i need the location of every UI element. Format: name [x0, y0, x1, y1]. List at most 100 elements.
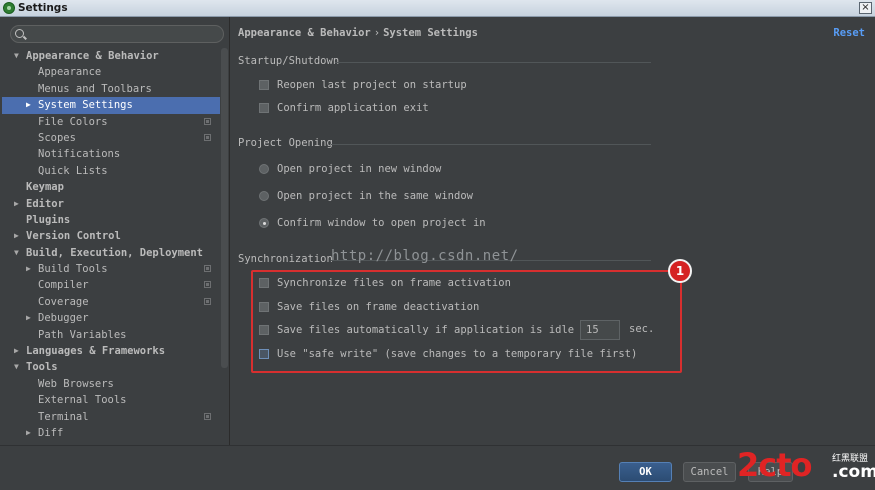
sidebar-item[interactable]: Terminal	[2, 409, 220, 425]
logo-main-text: 2cto	[737, 446, 813, 484]
cancel-button[interactable]: Cancel	[683, 462, 736, 482]
sidebar-item[interactable]: Quick Lists	[2, 163, 220, 179]
sidebar-item-label: Editor	[26, 197, 64, 210]
ok-button[interactable]: OK	[619, 462, 672, 482]
collapsed-arrow-icon[interactable]: ▶	[14, 228, 24, 244]
radio-dot	[259, 218, 269, 228]
project-settings-icon	[204, 133, 211, 141]
checkbox-box	[259, 80, 269, 90]
collapsed-arrow-icon[interactable]: ▶	[14, 343, 24, 359]
sidebar-scrollbar[interactable]	[221, 48, 228, 368]
section-divider	[331, 144, 651, 145]
sidebar-item-label: Build, Execution, Deployment	[26, 246, 204, 259]
collapsed-arrow-icon[interactable]: ▶	[26, 425, 36, 441]
sidebar-item[interactable]: External Tools	[2, 392, 220, 408]
sidebar-item[interactable]: Plugins	[2, 212, 220, 228]
collapsed-arrow-icon[interactable]: ▶	[26, 310, 36, 326]
sidebar-item-label: Appearance	[38, 66, 102, 79]
breadcrumb-parent: Appearance & Behavior	[238, 27, 371, 39]
radio-label: Open project in the same window	[277, 190, 473, 202]
sidebar-item[interactable]: ▶ Editor	[2, 196, 220, 212]
expanded-arrow-icon[interactable]: ▼	[14, 48, 24, 64]
expanded-arrow-icon[interactable]: ▼	[14, 245, 24, 261]
sidebar-item-label: Quick Lists	[38, 164, 108, 177]
sidebar-item-label: Coverage	[38, 295, 89, 308]
sidebar-item[interactable]: Notifications	[2, 146, 220, 162]
collapsed-arrow-icon[interactable]: ▶	[14, 196, 24, 212]
sidebar-item-label: Notifications	[38, 148, 121, 161]
radio-label: Open project in new window	[277, 163, 442, 175]
sidebar-item-label: System Settings	[38, 99, 133, 112]
sidebar-item[interactable]: ▶ Build Tools	[2, 261, 220, 277]
expanded-arrow-icon[interactable]: ▼	[14, 359, 24, 375]
sidebar-item-label: Languages & Frameworks	[26, 345, 166, 358]
sidebar-item[interactable]: Keymap	[2, 179, 220, 195]
settings-sidebar: ▼ Appearance & Behavior Appearance Menus an…	[2, 17, 230, 445]
app-icon	[3, 2, 15, 14]
sidebar-item-label: Tools	[26, 361, 58, 374]
sidebar-item[interactable]: Path Variables	[2, 327, 220, 343]
radio-dot	[259, 164, 269, 174]
collapsed-arrow-icon[interactable]: ▶	[26, 97, 36, 113]
startup-section-title: Startup/Shutdown	[238, 55, 340, 67]
sidebar-item-label: Terminal	[38, 410, 89, 423]
title-bar: Settings ×	[0, 0, 875, 17]
sidebar-item[interactable]: ▶ Debugger	[2, 310, 220, 326]
section-divider	[335, 62, 651, 63]
sidebar-item[interactable]: Scopes	[2, 130, 220, 146]
sidebar-item-label: Keymap	[26, 181, 64, 194]
sidebar-item-label: Version Control	[26, 230, 121, 243]
logo-text: 2cto	[737, 445, 813, 485]
sidebar-item-label: Scopes	[38, 131, 76, 144]
window-title: Settings	[18, 2, 68, 14]
close-button[interactable]: ×	[859, 2, 872, 14]
sync-section-title: Synchronization	[238, 253, 333, 265]
sidebar-item-label: External Tools	[38, 394, 127, 407]
sidebar-item-label: File Colors	[38, 115, 108, 128]
watermark-text: http://blog.csdn.net/	[331, 248, 519, 264]
sidebar-item[interactable]: ▶ Languages & Frameworks	[2, 343, 220, 359]
checkbox-label: Confirm application exit	[277, 102, 429, 114]
sidebar-item[interactable]: ▼ Appearance & Behavior	[2, 48, 220, 64]
breadcrumb: Appearance & Behavior › System Settings	[238, 27, 478, 39]
search-icon	[15, 29, 24, 38]
project-settings-icon	[204, 412, 211, 420]
settings-tree: ▼ Appearance & Behavior Appearance Menus an…	[2, 48, 220, 441]
sidebar-item-label: Menus and Toolbars	[38, 82, 152, 95]
sidebar-item-label: Build Tools	[38, 263, 108, 276]
watermark-logo: 2cto 红黑联盟 .com	[737, 445, 875, 489]
sidebar-item-label: Web Browsers	[38, 377, 114, 390]
sidebar-item[interactable]: ▼ Build, Execution, Deployment	[2, 245, 220, 261]
sidebar-item[interactable]: ▶ System Settings	[2, 97, 220, 114]
search-input[interactable]	[10, 25, 224, 43]
sidebar-item[interactable]: Coverage	[2, 294, 220, 310]
project-settings-icon	[204, 117, 211, 125]
sidebar-item[interactable]: Web Browsers	[2, 376, 220, 392]
project-settings-icon	[204, 281, 211, 289]
settings-panel: Appearance & Behavior › System Settings Re…	[231, 17, 875, 445]
sidebar-item[interactable]: ▼ Tools	[2, 359, 220, 375]
annotation-badge: 1	[668, 259, 692, 283]
sidebar-item[interactable]: Menus and Toolbars	[2, 81, 220, 97]
sidebar-item[interactable]: ▶ Version Control	[2, 228, 220, 244]
logo-domain: .com	[832, 462, 875, 482]
radio-label: Confirm window to open project in	[277, 217, 486, 229]
sidebar-item-label: Debugger	[38, 312, 89, 325]
project-settings-icon	[204, 265, 211, 273]
annotation-highlight-box	[251, 270, 682, 373]
sidebar-item[interactable]: Appearance	[2, 64, 220, 80]
sidebar-item[interactable]: Compiler	[2, 277, 220, 293]
sidebar-item-label: Appearance & Behavior	[26, 50, 159, 62]
sidebar-item-label: Diff	[38, 426, 64, 439]
breadcrumb-current: System Settings	[383, 27, 478, 39]
sidebar-item-label: Plugins	[26, 213, 71, 226]
collapsed-arrow-icon[interactable]: ▶	[26, 261, 36, 277]
checkbox-box	[259, 103, 269, 113]
project-settings-icon	[204, 297, 211, 305]
radio-dot	[259, 191, 269, 201]
reset-link[interactable]: Reset	[833, 27, 865, 39]
sidebar-item[interactable]: File Colors	[2, 114, 220, 130]
project-opening-section-title: Project Opening	[238, 137, 333, 149]
checkbox-label: Reopen last project on startup	[277, 79, 467, 91]
sidebar-item[interactable]: ▶ Diff	[2, 425, 220, 441]
